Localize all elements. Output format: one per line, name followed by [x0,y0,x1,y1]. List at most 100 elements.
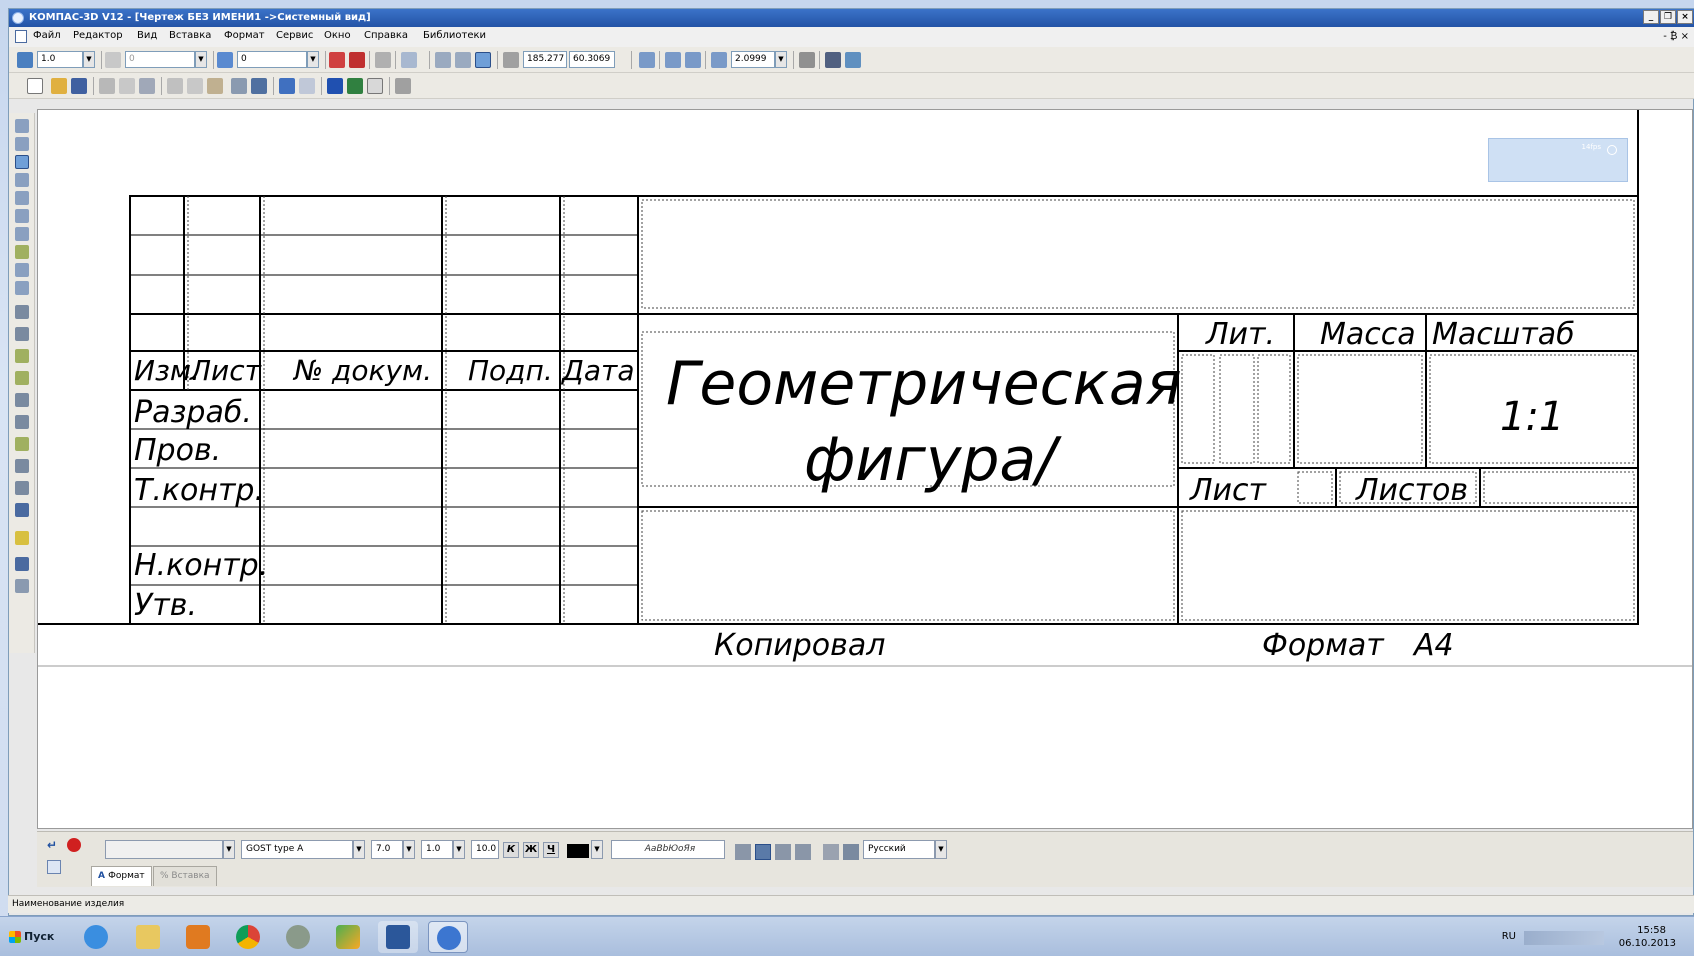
taskbar-chrome[interactable] [228,921,268,953]
coord-x-field[interactable]: 185.277 [523,51,567,68]
layer-field[interactable]: 0 [237,51,307,68]
clipboard-icon[interactable] [251,78,267,94]
cursor-coords-icon[interactable] [503,52,519,68]
zoom-field[interactable]: 2.0999 [731,51,775,68]
help-icon[interactable] [47,860,61,874]
underline-button[interactable]: Ч [543,842,559,858]
bold-button[interactable]: Ж [523,842,539,858]
mdi-controls[interactable]: - ₿ × [1663,31,1689,42]
align-center-icon[interactable] [755,844,771,860]
angle-icon[interactable] [105,52,121,68]
angle-field[interactable]: 0 [125,51,195,68]
start-button[interactable]: Пуск [6,924,62,950]
tree-icon[interactable] [327,78,343,94]
menu-service[interactable]: Сервис [276,30,313,41]
view-arrow-icon[interactable] [15,503,29,517]
edit-icon[interactable] [15,173,29,187]
document-icon[interactable] [15,30,27,43]
redo-icon[interactable] [299,78,315,94]
designations-icon[interactable] [15,155,29,169]
height-dropdown-icon[interactable]: ▼ [403,840,415,859]
tab-insert[interactable]: % Вставка [153,866,217,886]
style-field[interactable] [105,840,223,859]
close-button[interactable]: × [1677,10,1693,24]
menu-format[interactable]: Формат [224,30,265,41]
menu-view[interactable]: Вид [137,30,157,41]
dimensions-icon[interactable] [15,137,29,151]
tray-icons[interactable] [1524,931,1604,945]
layer-icon[interactable] [217,52,233,68]
drawing-canvas[interactable]: 14fps Изм. Лист № докум. Подп. Дата Разр… [37,109,1693,829]
zoom-window-icon[interactable] [639,52,655,68]
taskbar-explorer[interactable] [128,921,168,953]
parametrization-icon[interactable] [15,191,29,205]
coord-y-field[interactable]: 60.3069 [569,51,615,68]
narrowing-field[interactable]: 1.0 [421,840,453,859]
spellcheck-icon[interactable] [843,844,859,860]
menu-file[interactable]: Файл [33,30,61,41]
brand-icon[interactable] [15,437,29,451]
save-icon[interactable] [71,78,87,94]
text-icon[interactable] [15,305,29,319]
style-dropdown-icon[interactable]: ▼ [223,840,235,859]
spacing-field[interactable]: 10.0 [471,840,499,859]
color-dropdown-icon[interactable]: ▼ [591,840,603,859]
minimize-button[interactable]: _ [1643,10,1659,24]
snap-icon[interactable] [455,52,471,68]
menu-libraries[interactable]: Библиотеки [423,30,486,41]
print-icon[interactable] [99,78,115,94]
undo-icon[interactable] [279,78,295,94]
center-mark-icon[interactable] [15,557,29,571]
help-pointer-icon[interactable] [395,78,411,94]
tab-format[interactable]: A Формат [91,866,152,886]
copy-icon[interactable] [187,78,203,94]
taskbar-kompas[interactable] [428,921,468,953]
stop-icon[interactable] [67,838,81,852]
local-cs-icon[interactable] [435,52,451,68]
paste-icon[interactable] [207,78,223,94]
italic-button[interactable]: К [503,842,519,858]
format-brush-icon[interactable] [231,78,247,94]
open-icon[interactable] [51,78,67,94]
function-icon[interactable] [367,78,383,94]
axis-icon[interactable] [15,531,29,545]
taskbar-ie[interactable] [76,921,116,953]
pan-icon[interactable] [799,52,815,68]
insert-icon[interactable] [15,281,29,295]
align-right-icon[interactable] [775,844,791,860]
language-indicator[interactable]: RU [1502,931,1516,942]
roughness-icon[interactable] [15,371,29,385]
language-field[interactable]: Русский [863,840,935,859]
tolerance-icon[interactable] [15,459,29,473]
step-field[interactable]: 1.0 [37,51,83,68]
zoom-dropdown-icon[interactable]: ▼ [775,51,787,68]
taskbar-word[interactable] [378,921,418,953]
menu-insert[interactable]: Вставка [169,30,211,41]
clear-properties-icon[interactable] [349,52,365,68]
narrowing-dropdown-icon[interactable]: ▼ [453,840,465,859]
taskbar-app5[interactable] [278,921,318,953]
align-justify-icon[interactable] [795,844,811,860]
language-dropdown-icon[interactable]: ▼ [935,840,947,859]
cut-line-icon[interactable] [15,481,29,495]
angle-dropdown-icon[interactable]: ▼ [195,51,207,68]
menu-help[interactable]: Справка [364,30,408,41]
zoom-in-icon[interactable] [665,52,681,68]
base-icon[interactable] [15,349,29,363]
properties-icon[interactable] [329,52,345,68]
font-dropdown-icon[interactable]: ▼ [353,840,365,859]
snap-toggle-icon[interactable] [475,52,491,68]
clock-date[interactable]: 06.10.2013 [1619,938,1676,949]
reports-icon[interactable] [15,263,29,277]
restore-button[interactable]: ❐ [1660,10,1676,24]
color-swatch[interactable] [567,844,589,858]
manager-icon[interactable] [139,78,155,94]
select-icon[interactable] [15,227,29,241]
grid-snap-icon[interactable] [17,52,33,68]
table-icon[interactable] [15,327,29,341]
enter-icon[interactable]: ↵ [47,838,57,852]
preview-icon[interactable] [119,78,135,94]
height-field[interactable]: 7.0 [371,840,403,859]
show-all-icon[interactable] [825,52,841,68]
refresh-icon[interactable] [845,52,861,68]
